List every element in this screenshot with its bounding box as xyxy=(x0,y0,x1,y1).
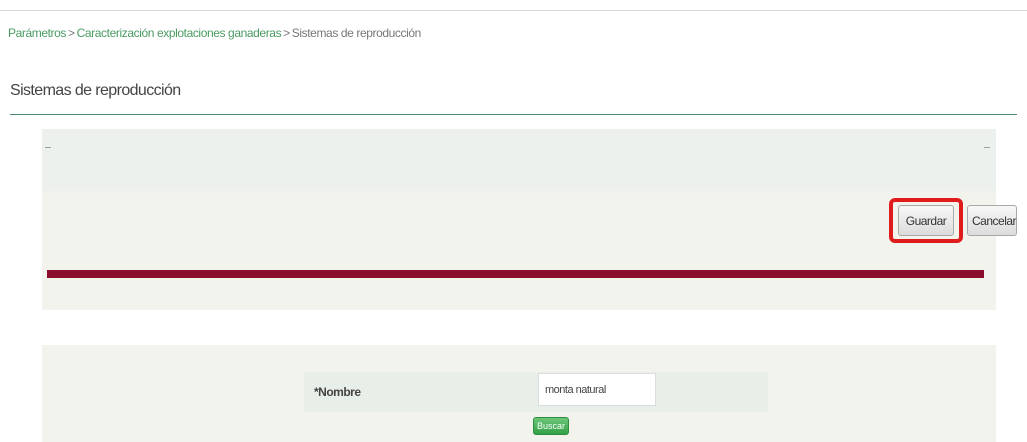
search-button[interactable]: Buscar xyxy=(533,417,569,435)
corner-left-icon xyxy=(45,147,51,151)
save-button[interactable]: Guardar xyxy=(898,205,954,236)
panel-header xyxy=(42,129,996,191)
cancel-button[interactable]: Cancelar xyxy=(967,205,1017,236)
breadcrumb-separator: > xyxy=(68,26,75,40)
top-divider xyxy=(0,10,1027,11)
breadcrumb-item-parametros[interactable]: Parámetros xyxy=(8,26,66,40)
name-field[interactable] xyxy=(538,373,656,406)
page: Parámetros > Caracterización explotaciones… xyxy=(0,0,1027,442)
form-row-nombre: *Nombre xyxy=(304,372,768,412)
breadcrumb-separator: > xyxy=(283,26,290,40)
section-divider-bar xyxy=(47,270,984,278)
breadcrumb-item-current: Sistemas de reproducción xyxy=(291,26,422,40)
form-area: *Nombre Buscar xyxy=(42,345,996,442)
page-title: Sistemas de reproducción xyxy=(10,82,181,99)
breadcrumb-item-caracterizacion[interactable]: Caracterización explotaciones ganaderas xyxy=(77,26,282,40)
toolbar-panel: Guardar Cancelar xyxy=(42,129,1017,310)
breadcrumb: Parámetros > Caracterización explotaciones… xyxy=(8,26,421,40)
corner-right-icon xyxy=(984,147,990,151)
name-field-label: *Nombre xyxy=(314,385,361,399)
title-underline xyxy=(10,114,1017,115)
